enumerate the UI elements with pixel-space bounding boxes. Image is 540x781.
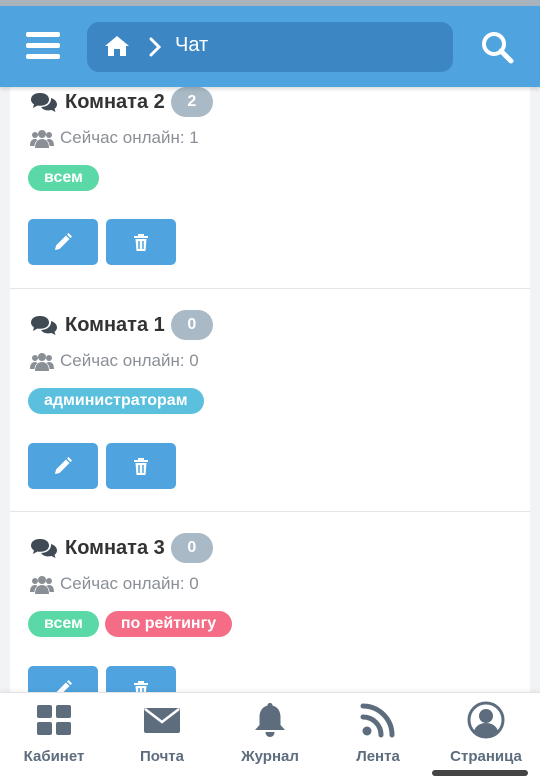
home-icon[interactable] <box>103 34 131 58</box>
users-icon <box>30 576 54 594</box>
nav-item-cabinet[interactable]: Кабинет <box>0 693 108 781</box>
search-icon[interactable] <box>480 30 514 64</box>
bell-icon <box>255 703 285 737</box>
users-icon <box>30 130 54 148</box>
trash-icon <box>134 458 148 475</box>
room-title-row: Комната 1 0 <box>30 310 213 340</box>
user-circle-icon <box>467 701 505 739</box>
tag-list: всем по рейтингу <box>28 611 233 637</box>
nav-label: Лента <box>356 748 400 765</box>
audience-tag: администраторам <box>28 388 204 414</box>
room-name[interactable]: Комната 2 <box>65 91 165 114</box>
comments-icon <box>31 539 57 558</box>
hamburger-menu-icon[interactable] <box>26 32 60 62</box>
audience-tag: всем <box>28 611 99 637</box>
nav-item-mail[interactable]: Почта <box>108 693 216 781</box>
room-title-row: Комната 2 2 <box>30 87 213 117</box>
tag-list: администраторам <box>28 388 204 414</box>
pencil-icon <box>55 233 72 250</box>
chevron-right-icon <box>149 37 161 57</box>
envelope-icon <box>144 708 180 733</box>
nav-label: Кабинет <box>23 748 85 765</box>
delete-button[interactable] <box>106 443 176 489</box>
comments-icon <box>31 316 57 335</box>
home-indicator <box>432 770 528 776</box>
room-title-row: Комната 3 0 <box>30 533 213 563</box>
message-count-badge: 0 <box>170 310 213 340</box>
online-text: Сейчас онлайн: 0 <box>60 351 199 370</box>
users-icon <box>30 353 54 371</box>
rss-icon <box>360 703 395 738</box>
top-bar: Чат <box>0 0 540 87</box>
room-card: Комната 2 2 Сейчас онлайн: 1 всем <box>10 70 530 289</box>
room-card: Комната 3 0 Сейчас онлайн: 0 всем по рей… <box>10 512 530 713</box>
nav-item-page[interactable]: Страница <box>432 693 540 781</box>
online-status: Сейчас онлайн: 0 <box>30 351 199 371</box>
online-status: Сейчас онлайн: 1 <box>30 128 199 148</box>
breadcrumb: Чат <box>87 22 453 72</box>
room-card: Комната 1 0 Сейчас онлайн: 0 администрат… <box>10 289 530 512</box>
online-text: Сейчас онлайн: 0 <box>60 574 199 593</box>
nav-label: Журнал <box>241 748 299 765</box>
pencil-icon <box>55 457 72 474</box>
comments-icon <box>31 93 57 112</box>
message-count-badge: 2 <box>170 87 213 117</box>
action-buttons <box>28 443 176 489</box>
online-text: Сейчас онлайн: 1 <box>60 128 199 147</box>
online-status: Сейчас онлайн: 0 <box>30 574 199 594</box>
message-count-badge: 0 <box>170 533 213 563</box>
tag-list: всем <box>28 165 99 191</box>
action-buttons <box>28 219 176 265</box>
nav-item-feed[interactable]: Лента <box>324 693 432 781</box>
room-name[interactable]: Комната 3 <box>65 537 165 560</box>
nav-item-journal[interactable]: Журнал <box>216 693 324 781</box>
room-name[interactable]: Комната 1 <box>65 314 165 337</box>
edit-button[interactable] <box>28 219 98 265</box>
trash-icon <box>134 234 148 251</box>
nav-label: Почта <box>140 748 184 765</box>
dashboard-icon <box>37 705 71 735</box>
audience-tag: всем <box>28 165 99 191</box>
breadcrumb-current: Чат <box>175 34 209 56</box>
nav-label: Страница <box>450 748 522 765</box>
delete-button[interactable] <box>106 219 176 265</box>
audience-tag: по рейтингу <box>104 611 233 637</box>
edit-button[interactable] <box>28 443 98 489</box>
bottom-nav: Кабинет Почта Журнал Лента Страница <box>0 692 540 781</box>
